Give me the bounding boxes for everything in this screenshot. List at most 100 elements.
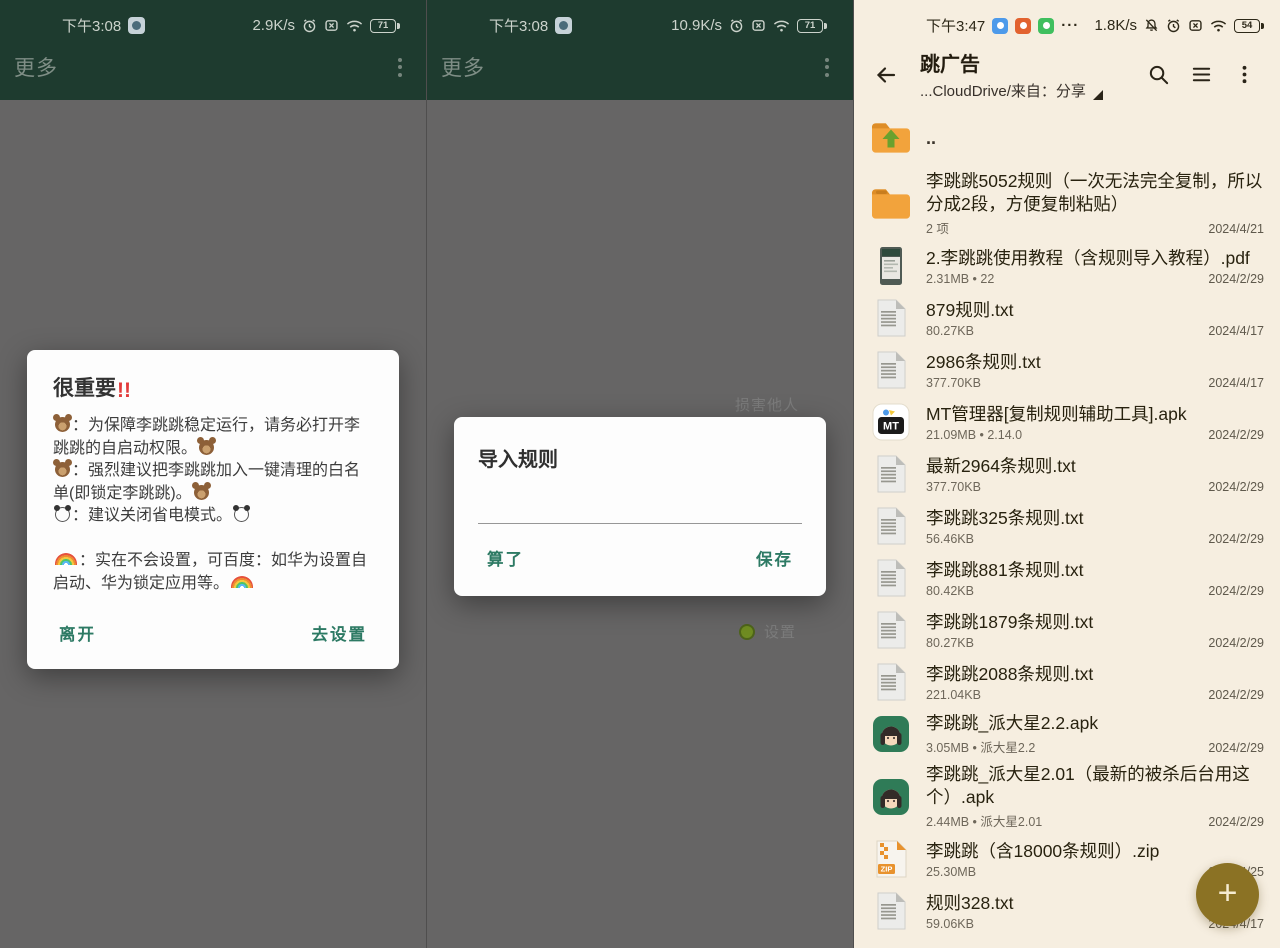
file-name: 李跳跳（含18000条规则）.zip (926, 840, 1264, 863)
txt-file-icon (868, 607, 914, 653)
svg-text:MT: MT (883, 421, 899, 433)
file-name: MT管理器[复制规则辅助工具].apk (926, 403, 1264, 426)
file-row[interactable]: 李跳跳_派大星2.01（最新的被杀后台用这个）.apk 2.44MB • 派大星… (854, 760, 1280, 833)
txt-file-icon (868, 659, 914, 705)
file-date: 2024/2/29 (1208, 532, 1264, 546)
wifi-icon (346, 19, 363, 33)
back-arrow-icon[interactable] (868, 57, 904, 93)
background-settings-item: 设置 (739, 621, 796, 642)
file-meta: 2.31MB • 22 (926, 272, 994, 286)
notification-app-icon (555, 17, 572, 34)
file-date: 2024/4/21 (1208, 222, 1264, 236)
file-list: .. 李跳跳5052规则（一次无法完全复制，所以分成2段，方便复制粘贴） 2 项… (854, 107, 1280, 937)
overflow-menu-icon[interactable] (823, 56, 831, 79)
rainbow-emoji (55, 553, 77, 565)
alarm-icon (729, 18, 744, 33)
zip-file-icon: ZIP (868, 836, 914, 882)
file-name: 李跳跳2088条规则.txt (926, 663, 1264, 686)
file-row[interactable]: 李跳跳881条规则.txt 80.42KB 2024/2/29 (854, 552, 1280, 604)
txt-file-icon (868, 888, 914, 934)
dialog-text-line: ：建议关闭省电模式。 (53, 505, 373, 528)
file-row[interactable]: 李跳跳1879条规则.txt 80.27KB 2024/2/29 (854, 604, 1280, 656)
file-meta: 21.09MB • 2.14.0 (926, 428, 1022, 442)
file-meta: 80.27KB (926, 324, 974, 338)
file-row[interactable]: MT MT管理器[复制规则辅助工具].apk 21.09MB • 2.14.0 … (854, 396, 1280, 448)
notification-app-icon-green (1038, 18, 1054, 34)
file-row[interactable]: .. (854, 109, 1280, 167)
go-settings-button[interactable]: 去设置 (312, 621, 368, 645)
background-harm-label: 损害他人 (735, 394, 799, 415)
file-row[interactable]: 李跳跳2088条规则.txt 221.04KB 2024/2/29 (854, 656, 1280, 708)
overflow-menu-icon[interactable] (396, 56, 404, 79)
network-speed: 1.8K/s (1094, 17, 1137, 34)
file-name: 2986条规则.txt (926, 351, 1264, 374)
file-row[interactable]: 李跳跳325条规则.txt 56.46KB 2024/2/29 (854, 500, 1280, 552)
dialog-title: 很重要!! (53, 372, 373, 403)
status-bar: 下午3:08 2.9K/s 71 (0, 0, 426, 36)
bear-emoji (55, 417, 70, 432)
file-date: 2024/2/29 (1208, 584, 1264, 598)
file-meta: 377.70KB (926, 480, 981, 494)
file-row[interactable]: 最新2964条规则.txt 377.70KB 2024/2/29 (854, 448, 1280, 500)
network-speed: 10.9K/s (671, 17, 722, 34)
file-row[interactable]: 李跳跳_派大星2.2.apk 3.05MB • 派大星2.2 2024/2/29 (854, 708, 1280, 760)
wifi-icon (1210, 19, 1227, 33)
import-rules-dialog: 导入规则 算了 保存 (454, 417, 826, 596)
battery-icon: 71 (797, 19, 823, 33)
file-name: 879规则.txt (926, 299, 1264, 322)
network-speed: 2.9K/s (252, 17, 295, 34)
rainbow-emoji (231, 576, 253, 588)
alarm-icon (302, 18, 317, 33)
file-row[interactable]: 李跳跳5052规则（一次无法完全复制，所以分成2段，方便复制粘贴） 2 项 20… (854, 167, 1280, 240)
more-menu-icon[interactable] (1223, 56, 1266, 93)
view-mode-icon[interactable] (1180, 56, 1223, 93)
file-date: 2024/2/29 (1208, 428, 1264, 442)
dialog-text-line: ：实在不会设置，可百度：如华为设置自启动、华为锁定应用等。 (53, 550, 373, 595)
sim-x-icon (324, 18, 339, 33)
alarm-icon (1166, 18, 1181, 33)
dialog-text-line: ：为保障李跳跳稳定运行，请务必打开李跳跳的自启动权限。 (53, 415, 373, 460)
apk-file-icon (868, 711, 914, 757)
battery-icon: 71 (370, 19, 396, 33)
file-row[interactable]: 2.李跳跳使用教程（含规则导入教程）.pdf 2.31MB • 22 2024/… (854, 240, 1280, 292)
battery-icon: 54 (1234, 19, 1260, 33)
app-header-background: 下午3:08 2.9K/s 71 更多 (0, 0, 426, 100)
file-name: 李跳跳_派大星2.01（最新的被杀后台用这个）.apk (926, 763, 1264, 809)
notification-app-icon (128, 17, 145, 34)
file-date: 2024/4/17 (1208, 324, 1264, 338)
save-button[interactable]: 保存 (756, 546, 793, 570)
file-date: 2024/2/29 (1208, 272, 1264, 286)
app-header-background: 下午3:08 10.9K/s 71 更多 (427, 0, 853, 100)
bear-emoji (55, 462, 70, 477)
settings-app-icon (739, 624, 755, 640)
status-time: 下午3:08 (62, 15, 121, 36)
file-date: 2024/2/29 (1208, 688, 1264, 702)
rule-input[interactable] (478, 502, 802, 524)
add-fab-button[interactable]: + (1196, 863, 1259, 926)
cancel-button[interactable]: 算了 (487, 546, 524, 570)
page-title: 更多 (14, 52, 58, 82)
txt-file-icon (868, 555, 914, 601)
txt-file-icon (868, 347, 914, 393)
app-bar: 更多 (427, 36, 853, 82)
file-date: 2024/4/17 (1208, 376, 1264, 390)
important-dialog: 很重要!! ：为保障李跳跳稳定运行，请务必打开李跳跳的自启动权限。：强烈建议把李… (27, 350, 399, 669)
status-bar: 下午3:08 10.9K/s 71 (427, 0, 853, 36)
breadcrumb[interactable]: ...CloudDrive/来自：分享 (920, 80, 1103, 101)
txt-file-icon (868, 451, 914, 497)
dialog-title: 导入规则 (478, 443, 802, 472)
leave-button[interactable]: 离开 (59, 621, 96, 645)
apk-file-icon (868, 774, 914, 820)
search-icon[interactable] (1137, 56, 1180, 93)
file-meta: 80.42KB (926, 584, 974, 598)
file-name: .. (926, 127, 1264, 150)
panel-import-dialog: 下午3:08 10.9K/s 71 更多 损害他人 支持作者 设置 (427, 0, 854, 948)
app-bar: 更多 (0, 36, 426, 82)
file-row[interactable]: 2986条规则.txt 377.70KB 2024/4/17 (854, 344, 1280, 396)
file-meta: 59.06KB (926, 917, 974, 931)
svg-text:ZIP: ZIP (881, 865, 893, 874)
status-bar: 下午3:47 ··· 1.8K/s 54 (854, 0, 1280, 36)
txt-file-icon (868, 295, 914, 341)
notification-app-icon-orange (1015, 18, 1031, 34)
file-row[interactable]: 879规则.txt 80.27KB 2024/4/17 (854, 292, 1280, 344)
